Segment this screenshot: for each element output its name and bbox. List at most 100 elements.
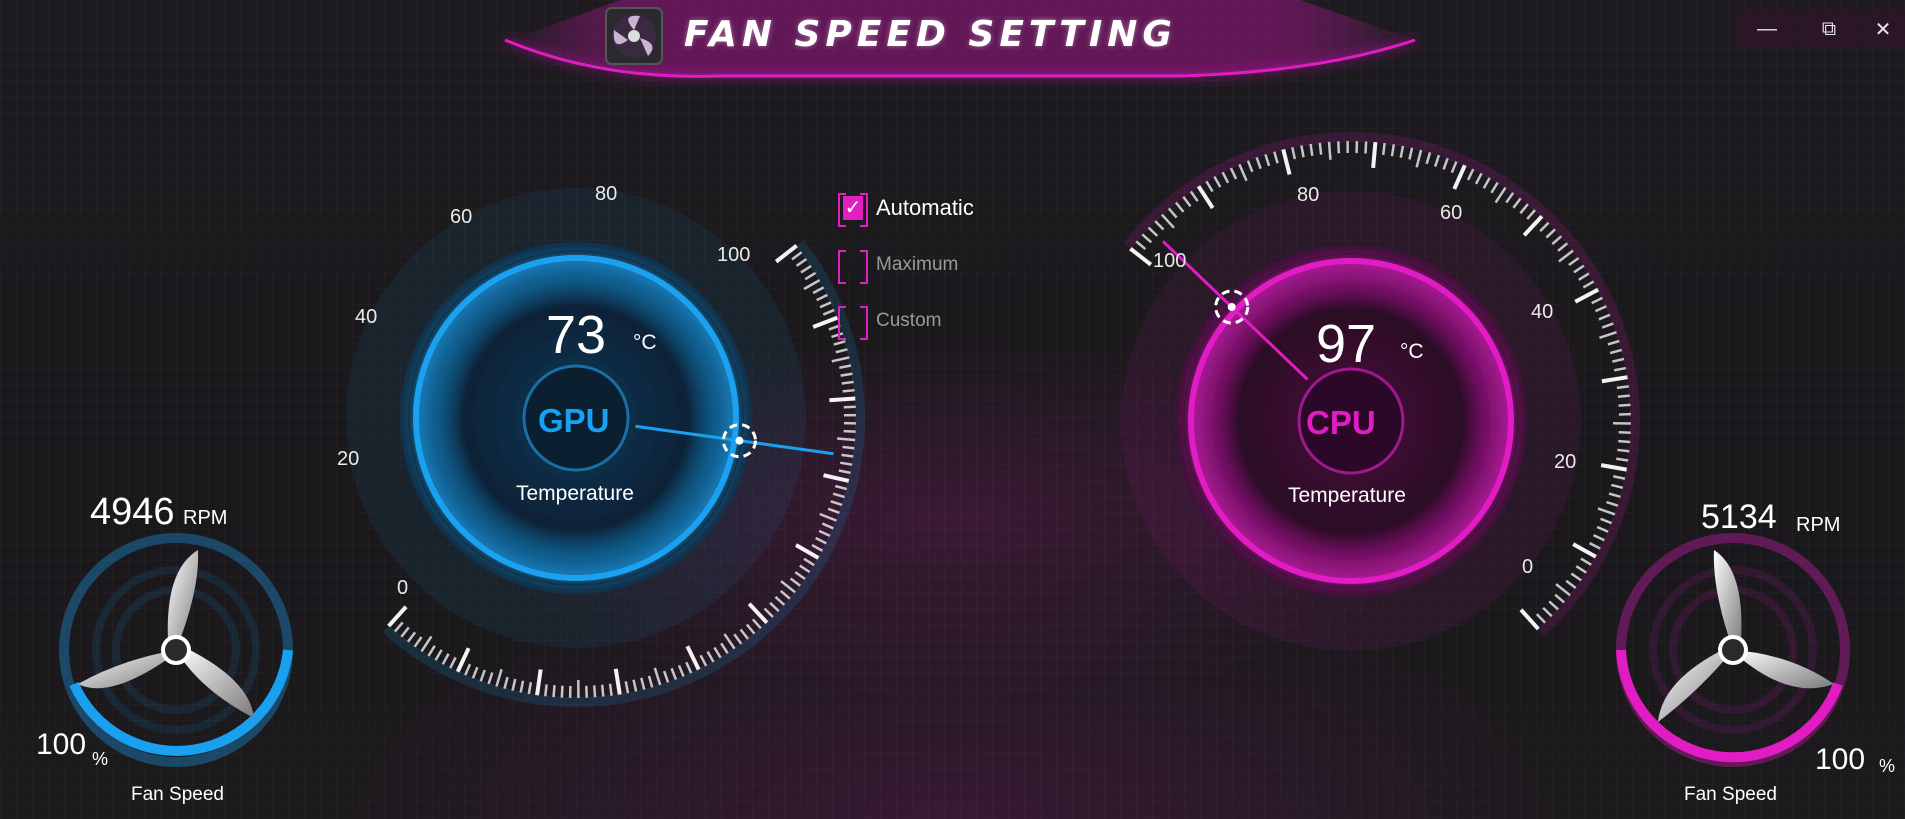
gauge-tick	[1545, 228, 1556, 239]
cpu-chip-label: CPU	[1306, 404, 1376, 441]
gauge-tick	[1618, 430, 1631, 434]
gauge-tick	[1568, 256, 1580, 267]
minimize-button[interactable]: —	[1737, 10, 1797, 48]
gauge-tick	[613, 668, 622, 695]
gauge-tick	[495, 668, 503, 687]
gauge-tick	[1399, 145, 1405, 158]
gauge-tick	[723, 633, 736, 650]
gauge-tick	[487, 672, 494, 685]
gauge-tick	[1408, 147, 1414, 160]
gauge-tick	[1154, 220, 1165, 231]
gauge-tick	[662, 670, 670, 683]
gauge-tick	[1574, 287, 1600, 304]
gpu-tick-label: 80	[595, 183, 618, 205]
mode-option-label: Custom	[876, 310, 942, 331]
gauge-tick	[827, 507, 840, 515]
checkmark-icon: ✓	[843, 196, 863, 220]
gauge-tick	[1425, 152, 1432, 165]
gauge-tick	[624, 681, 630, 694]
gauge-tick	[1264, 154, 1271, 167]
gauge-tick	[1519, 608, 1540, 631]
gauge-tick	[1364, 141, 1368, 154]
gauge-tick	[1578, 272, 1590, 281]
gauge-tick	[1160, 213, 1175, 229]
automatic-checkbox[interactable]: ✓	[838, 193, 868, 227]
mode-option-label: Automatic	[876, 195, 974, 220]
gauge-tick	[751, 618, 762, 630]
custom-checkbox[interactable]	[838, 306, 868, 340]
gauge-tick	[842, 388, 855, 393]
gauge-tick	[471, 666, 479, 679]
cpu-fan-percent-unit: %	[1879, 756, 1896, 776]
gpu-tick-label: 0	[397, 577, 409, 599]
gauge-tick	[503, 676, 509, 690]
gauge-tick	[739, 628, 749, 640]
gauge-tick	[1452, 164, 1467, 190]
cpu-temperature-value: 97	[1316, 314, 1377, 374]
gpu-tick-label: 20	[337, 448, 360, 470]
cpu-tick-label: 0	[1522, 556, 1534, 578]
gauge-tick	[1601, 375, 1628, 384]
gauge-tick	[1246, 160, 1254, 173]
gpu-temperature-gauge	[346, 188, 865, 707]
gauge-tick	[789, 577, 801, 587]
gauge-tick	[720, 642, 729, 655]
gauge-tick	[1548, 600, 1559, 611]
gauge-tick	[1505, 192, 1515, 204]
gauge-tick	[841, 380, 854, 385]
cpu-temperature-unit: °C	[1400, 340, 1424, 363]
restore-button[interactable]: ⧉	[1799, 10, 1859, 48]
gauge-tick	[1519, 203, 1529, 215]
gauge-tick	[839, 364, 852, 370]
gauge-tick	[829, 396, 856, 403]
gauge-tick	[1141, 233, 1153, 244]
gauge-tick	[1337, 141, 1341, 154]
maximum-checkbox[interactable]	[838, 250, 868, 284]
gauge-tick	[1589, 541, 1601, 550]
gauge-tick	[560, 685, 564, 698]
gauge-tick	[479, 669, 486, 682]
cpu-tick-label: 60	[1440, 202, 1463, 224]
gauge-tick	[519, 680, 525, 693]
gauge-tick	[812, 286, 825, 295]
mode-option-automatic[interactable]: ✓ Automatic	[838, 193, 974, 227]
gauge-tick	[1575, 565, 1588, 574]
gauge-tick	[413, 636, 423, 648]
gauge-tick	[1596, 525, 1609, 533]
gauge-tick	[1415, 149, 1423, 168]
gauge-tick	[544, 684, 548, 697]
cpu-tick-label: 20	[1554, 451, 1577, 473]
gauge-tick	[1618, 403, 1631, 407]
gauge-tick	[1600, 517, 1613, 525]
gauge-tick	[840, 461, 853, 466]
gauge-tick	[835, 348, 848, 354]
gauge-tick	[1612, 475, 1626, 480]
minimize-icon: —	[1757, 17, 1777, 40]
gauge-tick	[1318, 142, 1323, 155]
fan-speed-app: FAN SPEED SETTING — ⧉ ✕ 0 20 40 60 80 10…	[0, 0, 1905, 819]
close-button[interactable]: ✕	[1861, 10, 1905, 48]
gauge-tick	[1450, 161, 1458, 174]
cpu-fan-icon	[1616, 533, 1850, 767]
gauge-tick	[821, 522, 834, 530]
gauge-tick	[1557, 242, 1569, 252]
gauge-tick	[1607, 339, 1620, 346]
gauge-tick	[706, 650, 715, 663]
gpu-fan-percent-unit: %	[92, 749, 109, 769]
gauge-tick	[1466, 168, 1475, 181]
gauge-tick	[1522, 214, 1544, 237]
gauge-tick	[1606, 500, 1619, 507]
gauge-tick	[779, 590, 791, 600]
gauge-tick	[1551, 235, 1563, 246]
gauge-tick	[747, 602, 769, 625]
gauge-tick	[1221, 171, 1230, 184]
mode-option-maximum[interactable]: Maximum	[838, 250, 958, 284]
gauge-tick	[1291, 146, 1297, 160]
gauge-tick	[1327, 141, 1332, 160]
gauge-tick	[1273, 151, 1279, 164]
mode-option-custom[interactable]: Custom	[838, 306, 942, 340]
gauge-tick	[1255, 156, 1262, 170]
gauge-tick	[838, 469, 851, 475]
gauge-tick	[449, 656, 457, 669]
cpu-temperature-label: Temperature	[1288, 484, 1406, 507]
